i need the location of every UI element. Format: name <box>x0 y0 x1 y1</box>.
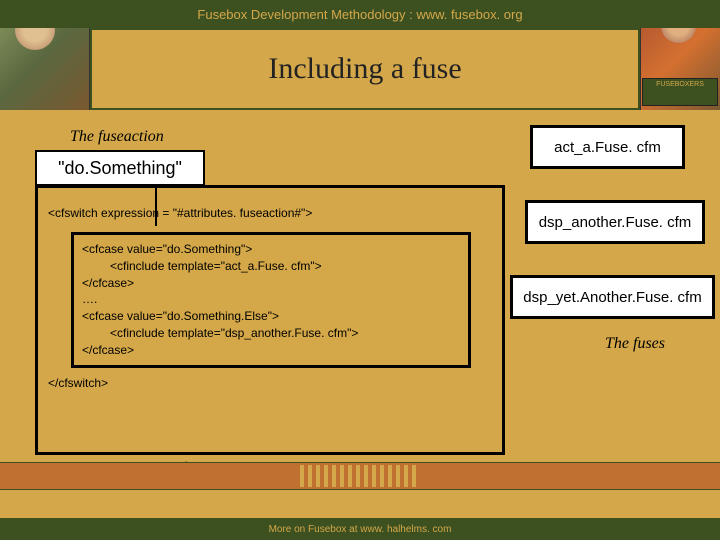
footer-decoration-pattern <box>300 465 420 487</box>
fuseaction-label: The fuseaction <box>70 128 164 146</box>
fuse-file-box-2: dsp_another.Fuse. cfm <box>525 200 705 244</box>
fuseboxers-badge: FUSEBOXERS <box>642 78 718 106</box>
footer-bar: More on Fusebox at www. halhelms. com <box>0 518 720 540</box>
fuseaction-name-box: "do.Something" <box>35 150 205 186</box>
arrow-fuseaction-to-code <box>155 186 157 226</box>
footer-decoration-stripe <box>0 462 720 490</box>
code-case2-close: </cfcase> <box>82 342 460 359</box>
code-ellipsis: …. <box>82 291 460 308</box>
footer-text: More on Fusebox at www. halhelms. com <box>269 524 452 535</box>
fuses-label: The fuses <box>605 335 665 353</box>
header-breadcrumb: Fusebox Development Methodology : www. f… <box>0 0 720 28</box>
fuse-file-box-3: dsp_yet.Another.Fuse. cfm <box>510 275 715 319</box>
title-bar: Including a fuse <box>90 28 640 110</box>
fuse-file-box-1: act_a.Fuse. cfm <box>530 125 685 169</box>
code-cfswitch-close: </cfswitch> <box>48 376 497 390</box>
breadcrumb-text: Fusebox Development Methodology : www. f… <box>197 7 522 22</box>
code-cfcase-block: <cfcase value="do.Something"> <cfinclude… <box>71 232 471 368</box>
code-case1-close: </cfcase> <box>82 275 460 292</box>
code-case2-include: <cfinclude template="dsp_another.Fuse. c… <box>110 325 460 342</box>
slide-content: The fuseaction "do.Something" <cfswitch … <box>0 110 720 470</box>
page-title: Including a fuse <box>268 52 461 86</box>
code-cfswitch-open: <cfswitch expression = "#attributes. fus… <box>48 206 497 220</box>
code-case1-open: <cfcase value="do.Something"> <box>82 241 460 258</box>
code-case2-open: <cfcase value="do.Something.Else"> <box>82 308 460 325</box>
fusebox-code-box: <cfswitch expression = "#attributes. fus… <box>35 185 505 455</box>
code-case1-include: <cfinclude template="act_a.Fuse. cfm"> <box>110 258 460 275</box>
